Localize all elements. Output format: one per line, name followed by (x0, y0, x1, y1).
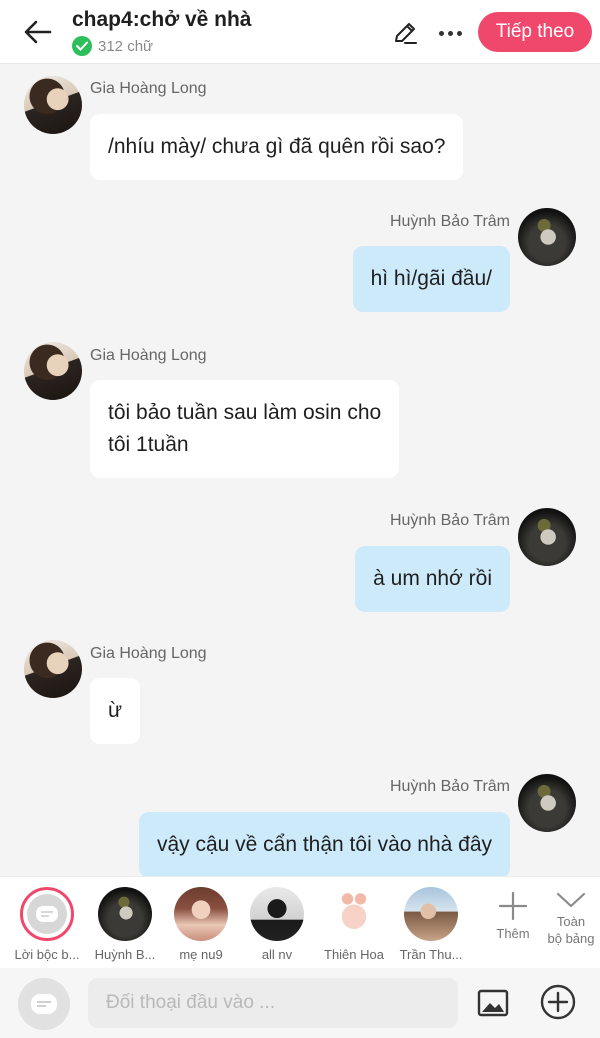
plus-circle-icon (540, 984, 576, 1020)
add-character-button[interactable]: Thêm (482, 891, 544, 942)
avatar-gia-hoang-long[interactable] (24, 342, 82, 400)
chat-bubble-icon (31, 994, 57, 1014)
character-narration[interactable]: Lời bộc b... (8, 887, 86, 962)
avatar-huynh-bao-tram[interactable] (518, 208, 576, 266)
back-button[interactable] (18, 14, 58, 50)
sender-name: Gia Hoàng Long (90, 80, 207, 97)
character-avatar (404, 887, 458, 941)
more-options-button[interactable] (430, 16, 470, 50)
dot-icon (447, 30, 453, 36)
avatar-gia-hoang-long[interactable] (24, 76, 82, 134)
message-bubble[interactable]: vậy cậu về cẩn thận tôi vào nhà đây (138, 812, 510, 878)
avatar-huynh-bao-tram[interactable] (518, 508, 576, 566)
word-count: 312 chữ (72, 36, 153, 56)
show-all-label-line1: Toàn (556, 914, 586, 929)
show-all-label: Toàn bộ bảng (548, 913, 595, 947)
chevron-down-icon (556, 892, 586, 908)
message-text: tôi 1tuần (108, 433, 189, 456)
chat-bubble-icon (27, 894, 67, 934)
character-avatar (327, 887, 381, 941)
character-me-nu9[interactable]: mẹ nu9 (162, 887, 240, 962)
message-text: ừ (108, 699, 123, 722)
message-bubble[interactable]: tôi bảo tuần sau làm osin cho tôi 1tuần (90, 380, 400, 478)
sender-name: Huỳnh Bảo Trâm (389, 778, 510, 795)
show-all-characters-button[interactable]: Toàn bộ bảng (540, 891, 600, 947)
pencil-icon (395, 23, 417, 44)
arrow-left-icon (24, 20, 52, 44)
message-text: hì hì/gãi đầu/ (370, 267, 492, 290)
character-tran-thu[interactable]: Trần Thu... (392, 887, 470, 962)
sender-name: Huỳnh Bảo Trâm (389, 213, 510, 230)
dot-icon (438, 30, 444, 36)
message-text: tôi bảo tuần sau làm osin cho (108, 401, 382, 424)
avatar-gia-hoang-long[interactable] (24, 640, 82, 698)
character-avatar (174, 887, 228, 941)
character-huynh-bao-tram[interactable]: Huỳnh B... (86, 887, 164, 962)
word-count-text: 312 chữ (98, 37, 154, 55)
message-bubble[interactable]: ừ (90, 678, 141, 744)
edit-button[interactable] (388, 16, 422, 50)
character-bar: Lời bộc b... Huỳnh B... mẹ nu9 all nv Th… (0, 876, 600, 968)
character-label: Thiên Hoa (324, 947, 384, 962)
character-label: all nv (261, 947, 293, 962)
avatar-huynh-bao-tram[interactable] (518, 774, 576, 832)
image-icon (477, 989, 509, 1017)
dialogue-input[interactable] (88, 978, 458, 1028)
message-bubble[interactable]: /nhíu mày/ chưa gì đã quên rồi sao? (90, 114, 464, 180)
sender-name: Gia Hoàng Long (90, 347, 207, 364)
input-bar (0, 968, 600, 1038)
dot-icon (456, 30, 462, 36)
character-label: Lời bộc b... (14, 947, 80, 962)
sender-name: Gia Hoàng Long (90, 645, 207, 662)
character-all-nv[interactable]: all nv (238, 887, 316, 962)
character-thien-hoa[interactable]: Thiên Hoa (315, 887, 393, 962)
character-label: mẹ nu9 (179, 947, 223, 962)
character-avatar (98, 887, 152, 941)
add-button[interactable] (538, 982, 578, 1022)
check-icon (72, 36, 92, 56)
message-text: à um nhớ rồi (373, 567, 492, 590)
chapter-title: chap4:chở về nhà (72, 8, 252, 31)
show-all-label-line2: bộ bảng (547, 931, 595, 946)
insert-image-button[interactable] (474, 984, 512, 1022)
message-bubble[interactable]: hì hì/gãi đầu/ (352, 246, 510, 312)
message-bubble[interactable]: à um nhớ rồi (355, 546, 510, 612)
narration-toggle-button[interactable] (18, 978, 70, 1030)
top-bar: chap4:chở về nhà 312 chữ Tiếp theo (0, 0, 600, 64)
narration-avatar (20, 887, 74, 941)
next-button[interactable]: Tiếp theo (478, 12, 592, 52)
character-label: Huỳnh B... (94, 947, 156, 962)
sender-name: Huỳnh Bảo Trâm (389, 512, 510, 529)
add-character-label: Thêm (496, 926, 530, 941)
character-avatar (250, 887, 304, 941)
plus-icon (498, 891, 528, 921)
message-text: /nhíu mày/ chưa gì đã quên rồi sao? (108, 135, 446, 158)
character-label: Trần Thu... (399, 947, 463, 962)
message-text: vậy cậu về cẩn thận tôi vào nhà đây (156, 833, 492, 856)
